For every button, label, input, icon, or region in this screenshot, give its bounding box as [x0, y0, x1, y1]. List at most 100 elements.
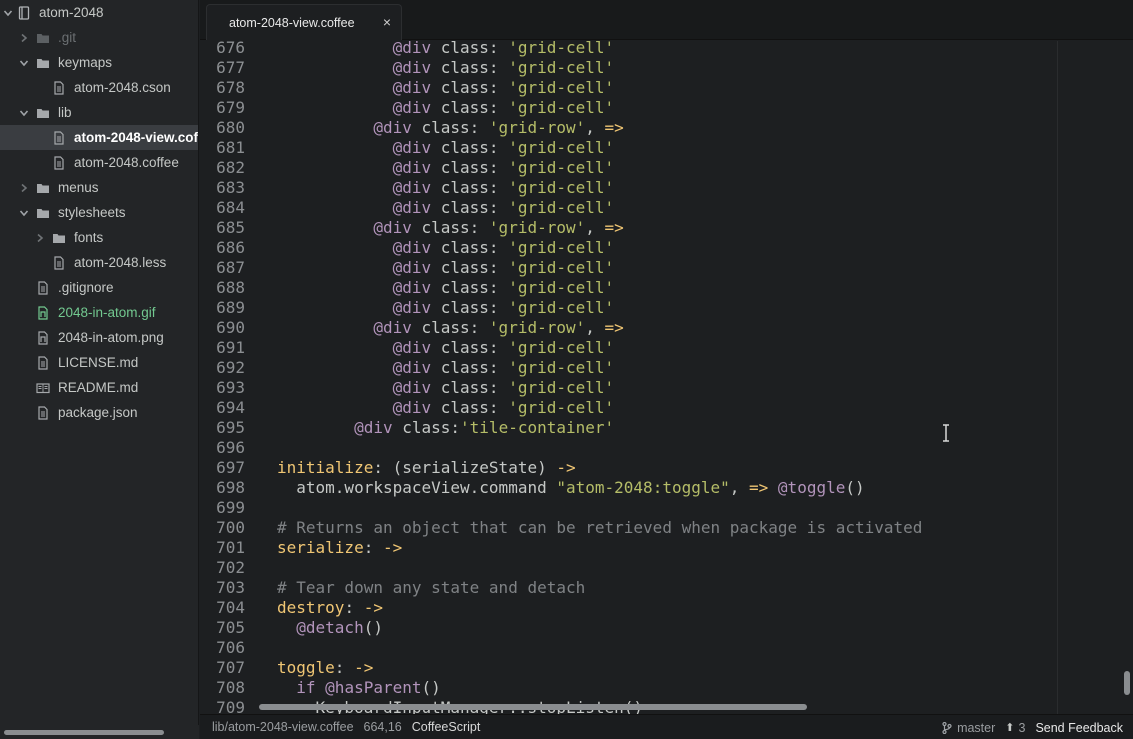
code-line[interactable]: @div class: 'grid-cell'	[277, 98, 615, 118]
tree-item-atom-2048-coffee[interactable]: atom-2048.coffee	[0, 150, 198, 175]
code-line[interactable]: initialize: (serializeState) ->	[277, 458, 576, 478]
close-icon[interactable]: ×	[383, 14, 391, 30]
tree-item-2048-in-atom-gif[interactable]: 2048-in-atom.gif	[0, 300, 198, 325]
status-grammar[interactable]: CoffeeScript	[412, 720, 481, 734]
code-line[interactable]: if @hasParent()	[277, 678, 441, 698]
tab-title: atom-2048-view.coffee	[229, 15, 355, 30]
vertical-scrollbar[interactable]	[1118, 41, 1133, 714]
status-git-branch[interactable]: master	[957, 721, 995, 735]
tree-item-label: atom-2048	[39, 5, 104, 20]
chevron-down-icon[interactable]	[19, 106, 29, 120]
tree-item-atom-2048[interactable]: atom-2048	[0, 0, 198, 25]
code-token: class:	[411, 318, 489, 337]
code-line[interactable]: @div class: 'grid-cell'	[277, 58, 615, 78]
code-line[interactable]: @div class: 'grid-cell'	[277, 138, 615, 158]
code-token: =>	[604, 218, 624, 237]
status-file-path[interactable]: lib/atom-2048-view.coffee	[212, 720, 354, 734]
chevron-right-icon[interactable]	[19, 181, 29, 195]
folder-icon	[36, 206, 50, 220]
vertical-scrollbar-thumb[interactable]	[1124, 671, 1130, 695]
text-editor[interactable]: 676 677 678 679 680 681 682 683 684 685 686 687 688 6…	[200, 41, 1133, 714]
code-token: class:	[431, 98, 509, 117]
code-line[interactable]: atom.workspaceView.command "atom-2048:to…	[277, 478, 864, 498]
code-line[interactable]: @div class: 'grid-cell'	[277, 41, 615, 58]
code-token: destroy	[277, 598, 345, 617]
code-token: @div	[392, 98, 432, 117]
code-line[interactable]: @div class: 'grid-row', =>	[277, 318, 623, 338]
code-line[interactable]: destroy: ->	[277, 598, 383, 618]
horizontal-scrollbar-thumb[interactable]	[259, 704, 807, 710]
code-line[interactable]: @div class: 'grid-cell'	[277, 338, 615, 358]
tree-horizontal-scrollbar[interactable]	[0, 725, 199, 739]
code-token: 'tile-container'	[460, 418, 615, 437]
code-line[interactable]: @detach()	[277, 618, 383, 638]
code-token: 'grid-row'	[488, 218, 586, 237]
code-line[interactable]: @div class: 'grid-cell'	[277, 258, 615, 278]
code-line[interactable]: @div class: 'grid-cell'	[277, 178, 615, 198]
chevron-down-icon[interactable]	[3, 6, 13, 20]
file-text-icon	[52, 80, 66, 95]
chevron-down-icon[interactable]	[19, 206, 29, 220]
tree-item-license-md[interactable]: LICENSE.md	[0, 350, 198, 375]
send-feedback-link[interactable]: Send Feedback	[1035, 721, 1123, 735]
tree-scrollbar-thumb[interactable]	[4, 730, 164, 735]
tree-item-package-json[interactable]: package.json	[0, 400, 198, 425]
tree-item-fonts[interactable]: fonts	[0, 225, 198, 250]
chevron-right-icon[interactable]	[19, 31, 29, 45]
tree-item-atom-2048-less[interactable]: atom-2048.less	[0, 250, 198, 275]
tree-item-label: .git	[58, 30, 77, 45]
code-line[interactable]: @div class: 'grid-cell'	[277, 378, 615, 398]
tree-item-atom-2048-view-coffee[interactable]: atom-2048-view.coffee	[0, 125, 198, 150]
horizontal-scrollbar[interactable]	[257, 701, 1117, 713]
status-bar: lib/atom-2048-view.coffee 664,16 CoffeeS…	[200, 714, 1133, 739]
code-line[interactable]: @div class: 'grid-cell'	[277, 398, 615, 418]
code-line[interactable]: @div class: 'grid-cell'	[277, 358, 615, 378]
code-line[interactable]: toggle: ->	[277, 658, 373, 678]
code-token: 'grid-cell'	[508, 378, 615, 397]
code-token: @div	[392, 78, 432, 97]
code-line[interactable]: @div class: 'grid-cell'	[277, 158, 615, 178]
code-token: @toggle	[777, 478, 846, 497]
code-line[interactable]: @div class: 'grid-row', =>	[277, 218, 624, 238]
chevron-right-icon[interactable]	[35, 231, 45, 245]
tree-item-label: 2048-in-atom.gif	[58, 305, 156, 320]
line-number-gutter: 676 677 678 679 680 681 682 683 684 685 686 687 688 6…	[200, 41, 257, 714]
line-number: 684	[216, 198, 245, 217]
code-line[interactable]: @div class: 'grid-cell'	[277, 298, 615, 318]
tree-item-lib[interactable]: lib	[0, 100, 198, 125]
code-line[interactable]: # Tear down any state and detach	[277, 578, 585, 598]
code-line[interactable]: @div class: 'grid-cell'	[277, 78, 615, 98]
code-line[interactable]: serialize: ->	[277, 538, 402, 558]
tree-item-keymaps[interactable]: keymaps	[0, 50, 198, 75]
tree-item-git[interactable]: .git	[0, 25, 198, 50]
code-token: class:	[431, 41, 509, 57]
tree-item-atom-2048-cson[interactable]: atom-2048.cson	[0, 75, 198, 100]
code-line[interactable]: @div class:'tile-container'	[277, 418, 614, 438]
tab-atom-2048-view[interactable]: atom-2048-view.coffee ×	[206, 4, 402, 40]
code-token: @div	[392, 338, 432, 357]
code-token: 'grid-row'	[488, 318, 586, 337]
tree-item-menus[interactable]: menus	[0, 175, 198, 200]
line-number: 694	[216, 398, 245, 417]
tree-item-gitignore[interactable]: .gitignore	[0, 275, 198, 300]
code-line[interactable]: @div class: 'grid-cell'	[277, 198, 615, 218]
code-line[interactable]: @div class: 'grid-cell'	[277, 278, 615, 298]
code-line[interactable]: # Returns an object that can be retrieve…	[277, 518, 922, 538]
tree-item-readme-md[interactable]: README.md	[0, 375, 198, 400]
code-line[interactable]: @div class: 'grid-row', =>	[277, 118, 623, 138]
code-token: @div	[392, 358, 432, 377]
tree-item-stylesheets[interactable]: stylesheets	[0, 200, 198, 225]
status-cursor-position[interactable]: 664,16	[364, 720, 402, 734]
code-token: @div	[392, 58, 432, 77]
code-area[interactable]: @div class: 'grid-cell' @div class: 'gri…	[257, 41, 1117, 714]
code-line[interactable]: @div class: 'grid-cell'	[277, 238, 615, 258]
chevron-down-icon[interactable]	[19, 56, 29, 70]
code-token: 'grid-cell'	[508, 258, 615, 277]
tree-item-2048-in-atom-png[interactable]: 2048-in-atom.png	[0, 325, 198, 350]
line-number: 704	[216, 598, 245, 617]
book-icon	[36, 381, 50, 395]
